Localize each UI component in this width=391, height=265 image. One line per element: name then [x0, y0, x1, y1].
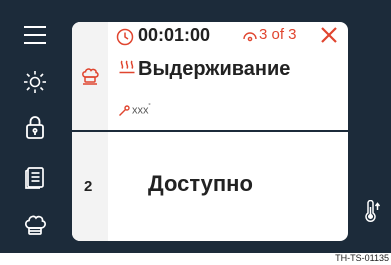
thermometer-icon[interactable]: [363, 200, 381, 222]
holding-heat-icon: [119, 60, 135, 74]
control-panel-screen: 00:01:00 3 of 3 Выдерживание xxx˚ 2 Дост…: [0, 0, 391, 253]
menu-icon[interactable]: [22, 22, 48, 48]
clock-icon: [116, 28, 134, 46]
cooking-step-card[interactable]: 00:01:00 3 of 3 Выдерживание xxx˚ 2 Дост…: [72, 22, 348, 241]
lock-icon[interactable]: [22, 114, 48, 140]
probe-value: xxx: [132, 104, 149, 117]
mode-title[interactable]: Выдерживание: [138, 58, 290, 81]
recipe-book-icon[interactable]: [22, 164, 48, 190]
card-divider: [72, 130, 348, 132]
step-counter: 3 of 3: [259, 26, 297, 43]
steps-icon: [243, 32, 257, 42]
chef-hat-icon[interactable]: [22, 212, 48, 238]
brightness-icon[interactable]: [22, 69, 48, 95]
probe-temperature[interactable]: xxx˚: [132, 104, 151, 117]
slot-number: 2: [84, 178, 93, 195]
figure-code: TH-TS-01135: [335, 253, 389, 263]
oven-icon: [82, 68, 99, 85]
close-icon[interactable]: [319, 25, 339, 45]
core-probe-icon: [119, 105, 130, 116]
slot-status[interactable]: Доступно: [148, 171, 253, 197]
probe-unit: ˚: [148, 104, 151, 111]
timer-value[interactable]: 00:01:00: [138, 25, 210, 46]
